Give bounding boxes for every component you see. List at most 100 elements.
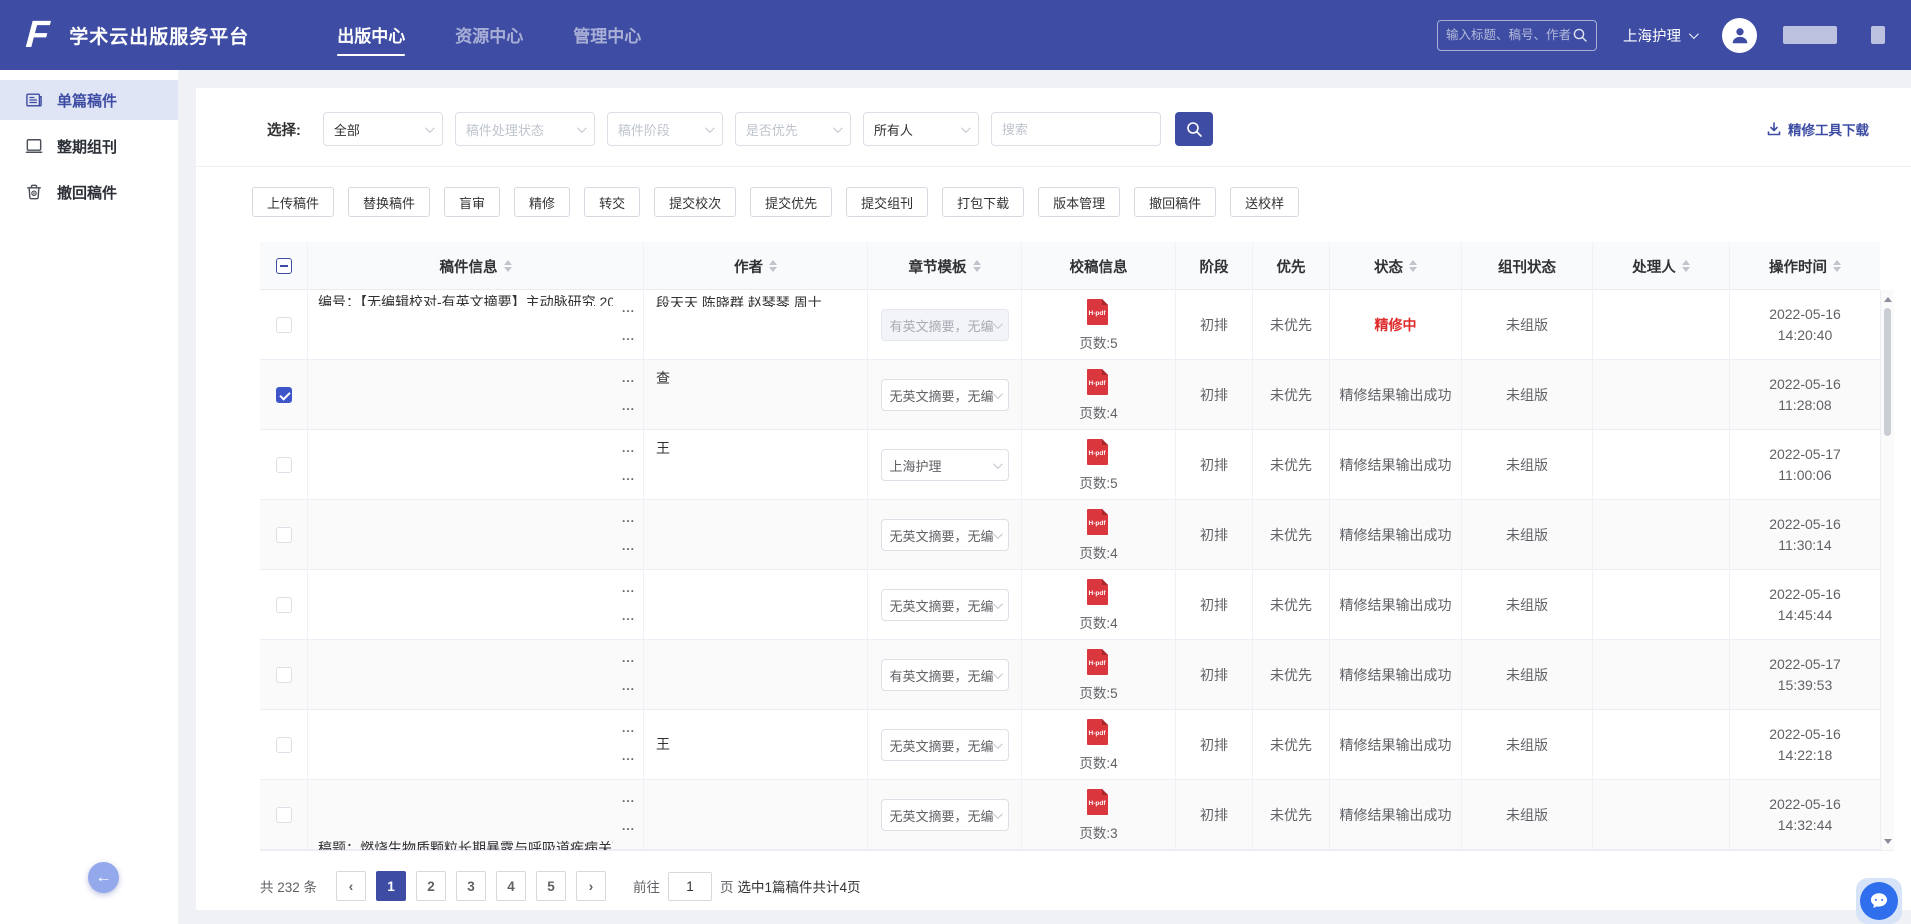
- action-button-5[interactable]: 转交: [584, 187, 640, 217]
- sort-caret-icon[interactable]: [973, 260, 981, 272]
- filter-select-4[interactable]: 是否优先: [735, 112, 851, 146]
- scroll-down-arrow[interactable]: [1881, 834, 1895, 848]
- avatar[interactable]: [1722, 18, 1757, 53]
- page-button-3[interactable]: 3: [456, 871, 486, 901]
- sidebar-item-2[interactable]: 整期组刊: [0, 126, 178, 166]
- sidebar-item-1[interactable]: 单篇稿件: [0, 80, 178, 120]
- chapter-template-select[interactable]: 无英文摘要，无编: [881, 379, 1009, 411]
- sort-caret-icon[interactable]: [504, 260, 512, 272]
- chapter-template-select[interactable]: 上海护理: [881, 449, 1009, 481]
- column-header-7[interactable]: 状态: [1330, 242, 1462, 290]
- scrollbar-thumb[interactable]: [1884, 308, 1891, 436]
- prev-page-button[interactable]: ‹: [336, 871, 366, 901]
- nav-item-2[interactable]: 资源中心: [455, 14, 523, 56]
- collapse-back-button[interactable]: ←: [88, 862, 119, 893]
- row-checkbox[interactable]: [276, 317, 292, 333]
- page-button-1[interactable]: 1: [376, 871, 406, 901]
- sort-caret-icon[interactable]: [1833, 260, 1841, 272]
- chapter-template-select[interactable]: 无英文摘要，无编: [881, 799, 1009, 831]
- action-button-9[interactable]: 打包下载: [942, 187, 1024, 217]
- row-checkbox[interactable]: [276, 457, 292, 473]
- select-all-checkbox[interactable]: [276, 258, 292, 274]
- pagination: 共 232 条 ‹ 12345 › 前往 页 选中1篇稿件共计4页: [260, 871, 1911, 901]
- author-cell: 查: [644, 360, 868, 430]
- page-button-5[interactable]: 5: [536, 871, 566, 901]
- column-header-2[interactable]: 作者: [644, 242, 868, 290]
- stage-cell: 初排: [1176, 710, 1253, 780]
- action-button-6[interactable]: 提交校次: [654, 187, 736, 217]
- chapter-template-select[interactable]: 无英文摘要，无编: [881, 519, 1009, 551]
- action-button-4[interactable]: 精修: [514, 187, 570, 217]
- search-icon[interactable]: [1572, 27, 1588, 43]
- manuscript-info-cell: 编号：【无编辑校对-有英文摘要】主动脉研究 2021......: [308, 290, 644, 360]
- goto-page-input[interactable]: [668, 872, 712, 901]
- top-navbar: F 学术云出版服务平台 出版中心资源中心管理中心 上海护理: [0, 0, 1911, 70]
- filter-selects: 全部稿件处理状态稿件阶段是否优先所有人: [323, 112, 979, 146]
- sidebar-item-3[interactable]: 撤回稿件: [0, 172, 178, 212]
- row-checkbox[interactable]: [276, 387, 292, 403]
- sort-caret-icon[interactable]: [1409, 260, 1417, 272]
- pdf-file-icon[interactable]: H-pdf: [1086, 438, 1110, 469]
- handler-cell: [1593, 570, 1730, 640]
- action-button-3[interactable]: 盲审: [444, 187, 500, 217]
- chapter-template-select[interactable]: 无英文摘要，无编: [881, 729, 1009, 761]
- page-button-2[interactable]: 2: [416, 871, 446, 901]
- filter-select-1[interactable]: 全部: [323, 112, 443, 146]
- chevron-down-icon: [992, 389, 1002, 399]
- pdf-file-icon[interactable]: H-pdf: [1086, 648, 1110, 679]
- pdf-file-icon[interactable]: H-pdf: [1086, 298, 1110, 329]
- action-button-1[interactable]: 上传稿件: [252, 187, 334, 217]
- template-cell: 无英文摘要，无编: [868, 570, 1022, 640]
- row-checkbox-cell: [260, 780, 308, 850]
- chapter-template-select[interactable]: 无英文摘要，无编: [881, 589, 1009, 621]
- nav-item-3[interactable]: 管理中心: [573, 14, 641, 56]
- sort-caret-icon[interactable]: [1682, 260, 1690, 272]
- action-button-7[interactable]: 提交优先: [750, 187, 832, 217]
- filter-select-5[interactable]: 所有人: [863, 112, 979, 146]
- pdf-file-icon[interactable]: H-pdf: [1086, 788, 1110, 819]
- next-page-button[interactable]: ›: [576, 871, 606, 901]
- scroll-up-arrow[interactable]: [1881, 292, 1895, 306]
- action-button-2[interactable]: 替换稿件: [348, 187, 430, 217]
- column-header-1[interactable]: 稿件信息: [308, 242, 644, 290]
- search-button[interactable]: [1175, 112, 1213, 146]
- pdf-file-icon[interactable]: H-pdf: [1086, 578, 1110, 609]
- template-cell: 无英文摘要，无编: [868, 780, 1022, 850]
- op-time: 14:22:18: [1778, 745, 1833, 766]
- refine-tool-download-link[interactable]: 精修工具下载: [1766, 119, 1883, 139]
- row-checkbox[interactable]: [276, 667, 292, 683]
- filter-select-2[interactable]: 稿件处理状态: [455, 112, 595, 146]
- global-search-box: [1437, 20, 1597, 51]
- action-button-11[interactable]: 撤回稿件: [1134, 187, 1216, 217]
- global-search-input[interactable]: [1446, 28, 1572, 42]
- row-checkbox[interactable]: [276, 597, 292, 613]
- handler-cell: [1593, 290, 1730, 360]
- status-text: 精修结果输出成功: [1340, 805, 1452, 825]
- action-button-12[interactable]: 送校样: [1230, 187, 1299, 217]
- row-checkbox[interactable]: [276, 807, 292, 823]
- download-icon: [1766, 121, 1782, 137]
- column-header-9[interactable]: 处理人: [1593, 242, 1730, 290]
- row-checkbox[interactable]: [276, 737, 292, 753]
- pdf-file-icon[interactable]: H-pdf: [1086, 368, 1110, 399]
- truncation-ellipsis: ...: [622, 750, 635, 762]
- action-button-8[interactable]: 提交组刊: [846, 187, 928, 217]
- chapter-template-select[interactable]: 有英文摘要，无编: [881, 659, 1009, 691]
- row-checkbox-cell: [260, 710, 308, 780]
- chevron-down-icon: [577, 123, 587, 133]
- column-header-3[interactable]: 章节模板: [868, 242, 1022, 290]
- chat-support-button[interactable]: [1856, 878, 1902, 924]
- row-checkbox[interactable]: [276, 527, 292, 543]
- filter-select-3[interactable]: 稿件阶段: [607, 112, 723, 146]
- page-button-4[interactable]: 4: [496, 871, 526, 901]
- template-value: 无英文摘要，无编: [890, 806, 993, 825]
- action-button-10[interactable]: 版本管理: [1038, 187, 1120, 217]
- pdf-file-icon[interactable]: H-pdf: [1086, 508, 1110, 539]
- org-switcher[interactable]: 上海护理: [1623, 25, 1696, 46]
- nav-item-1[interactable]: 出版中心: [337, 14, 405, 56]
- sort-caret-icon[interactable]: [769, 260, 777, 272]
- column-header-10[interactable]: 操作时间: [1730, 242, 1880, 290]
- pdf-file-icon[interactable]: H-pdf: [1086, 718, 1110, 749]
- keyword-search-input[interactable]: [991, 112, 1161, 146]
- handler-cell: [1593, 640, 1730, 710]
